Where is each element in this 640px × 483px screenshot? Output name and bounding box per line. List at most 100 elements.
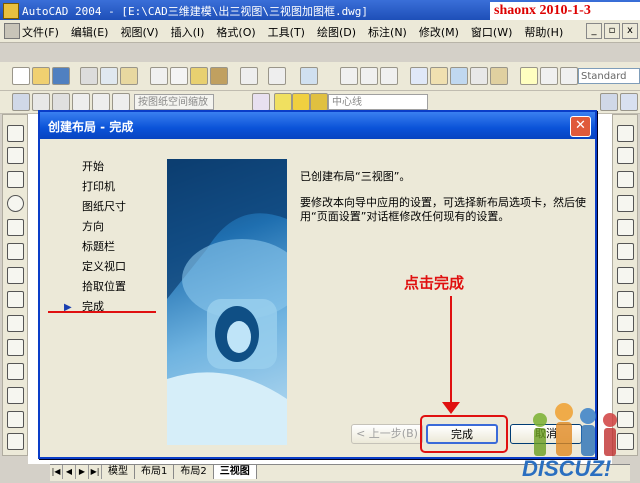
completion-message: 已创建布局“三视图”。 要修改本向导中应用的设置，可选择新布局选项卡，然后使用“…: [300, 170, 590, 236]
cut-icon[interactable]: [150, 67, 168, 85]
layers-icon[interactable]: [252, 93, 270, 111]
erase-icon[interactable]: [617, 125, 634, 142]
print-preview-icon[interactable]: [100, 67, 118, 85]
viewport-scale-select[interactable]: 按图纸空间缩放: [134, 94, 214, 110]
viewport-poly-icon[interactable]: [112, 93, 130, 111]
rectangle-icon[interactable]: [7, 219, 24, 236]
tool-palettes-icon[interactable]: [450, 67, 468, 85]
properties-icon[interactable]: [410, 67, 428, 85]
autocad-app-icon[interactable]: [3, 3, 19, 19]
construction-line-icon[interactable]: [7, 147, 24, 164]
offset-icon[interactable]: [617, 195, 634, 212]
tab-layout2[interactable]: 布局2: [174, 465, 214, 479]
point-icon[interactable]: [7, 339, 24, 356]
wizard-image: [167, 159, 287, 445]
menu-insert[interactable]: 插入(I): [171, 24, 205, 40]
menu-file[interactable]: 文件(F): [22, 24, 59, 40]
layers-manager-icon[interactable]: [12, 93, 30, 111]
standard-toolbar: Standard: [0, 62, 640, 91]
help-icon[interactable]: [540, 67, 558, 85]
undo-icon[interactable]: [240, 67, 258, 85]
save-icon[interactable]: [52, 67, 70, 85]
hatch-icon[interactable]: [7, 363, 24, 380]
line-icon[interactable]: [7, 125, 24, 142]
scale-icon[interactable]: [617, 291, 634, 308]
region-icon[interactable]: [7, 387, 24, 404]
discuz-logo: DISCUZ!: [518, 390, 640, 481]
paste-icon[interactable]: [190, 67, 208, 85]
dialog-title-bar: 创建布局 - 完成 ✕: [40, 112, 595, 139]
block-icon[interactable]: [7, 315, 24, 332]
tab-first-icon[interactable]: |◀: [50, 465, 63, 479]
tab-model[interactable]: 模型: [102, 465, 135, 479]
step-start: 开始: [82, 160, 104, 173]
step-title-block: 标题栏: [82, 240, 115, 253]
viewport-clip-icon[interactable]: [72, 93, 90, 111]
stretch-icon[interactable]: [617, 315, 634, 332]
tab-layout1[interactable]: 布局1: [135, 465, 175, 479]
close-icon[interactable]: ✕: [570, 116, 591, 137]
viewport-convert-icon[interactable]: [92, 93, 110, 111]
circle-icon[interactable]: [7, 195, 24, 212]
trim-icon[interactable]: [617, 339, 634, 356]
copy-object-icon[interactable]: [617, 147, 634, 164]
restore-button[interactable]: ▫: [604, 23, 620, 39]
menu-dimension[interactable]: 标注(N): [368, 24, 407, 40]
menu-modify[interactable]: 修改(M): [419, 24, 459, 40]
make-layer-current-icon[interactable]: [600, 93, 618, 111]
tab-three-view[interactable]: 三视图: [213, 465, 257, 479]
text-style-icon[interactable]: [560, 67, 578, 85]
markup-icon[interactable]: [490, 67, 508, 85]
design-center-icon[interactable]: [430, 67, 448, 85]
move-icon[interactable]: [617, 243, 634, 260]
layer-select[interactable]: 中心线: [328, 94, 428, 110]
publish-icon[interactable]: [120, 67, 138, 85]
new-icon[interactable]: [12, 67, 30, 85]
zoom-previous-icon[interactable]: [380, 67, 398, 85]
arc-icon[interactable]: [7, 243, 24, 260]
menu-help[interactable]: 帮助(H): [524, 24, 563, 40]
menu-view[interactable]: 视图(V): [120, 24, 158, 40]
pan-icon[interactable]: [300, 67, 318, 85]
viewport-icon[interactable]: [52, 93, 70, 111]
minimize-button[interactable]: _: [586, 23, 602, 39]
tab-last-icon[interactable]: ▶|: [89, 465, 102, 479]
match-properties-icon[interactable]: [210, 67, 228, 85]
layer-previous-icon[interactable]: [620, 93, 638, 111]
tab-next-icon[interactable]: ▶: [76, 465, 89, 479]
zoom-realtime-icon[interactable]: [340, 67, 358, 85]
red-underline-annotation: [48, 311, 156, 313]
multiline-text-icon[interactable]: [7, 433, 24, 450]
layer-on-icon[interactable]: [274, 93, 292, 111]
open-icon[interactable]: [32, 67, 50, 85]
mirror-icon[interactable]: [617, 171, 634, 188]
ellipse-icon[interactable]: [7, 291, 24, 308]
layer-state-icon[interactable]: [32, 93, 50, 111]
print-icon[interactable]: [80, 67, 98, 85]
polyline-icon[interactable]: [7, 171, 24, 188]
sheet-set-icon[interactable]: [470, 67, 488, 85]
tab-prev-icon[interactable]: ◀: [63, 465, 76, 479]
finish-button[interactable]: 完成: [426, 424, 498, 444]
back-button[interactable]: < 上一步(B): [351, 424, 423, 444]
menu-edit[interactable]: 编辑(E): [71, 24, 109, 40]
layer-lock-icon[interactable]: [310, 93, 328, 111]
step-finish: ▶ 完成: [64, 299, 126, 319]
layer-freeze-icon[interactable]: [292, 93, 310, 111]
calculator-icon[interactable]: [520, 67, 538, 85]
menu-tools[interactable]: 工具(T): [268, 24, 305, 40]
document-icon[interactable]: [4, 23, 20, 39]
table-icon[interactable]: [7, 411, 24, 428]
rotate-icon[interactable]: [617, 267, 634, 284]
spline-icon[interactable]: [7, 267, 24, 284]
menu-format[interactable]: 格式(O): [216, 24, 255, 40]
redo-icon[interactable]: [268, 67, 286, 85]
menu-window[interactable]: 窗口(W): [471, 24, 512, 40]
text-style-select[interactable]: Standard: [578, 68, 640, 84]
array-icon[interactable]: [617, 219, 634, 236]
close-document-button[interactable]: x: [622, 23, 638, 39]
menu-draw[interactable]: 绘图(D): [317, 24, 356, 40]
zoom-window-icon[interactable]: [360, 67, 378, 85]
copy-icon[interactable]: [170, 67, 188, 85]
extend-icon[interactable]: [617, 363, 634, 380]
